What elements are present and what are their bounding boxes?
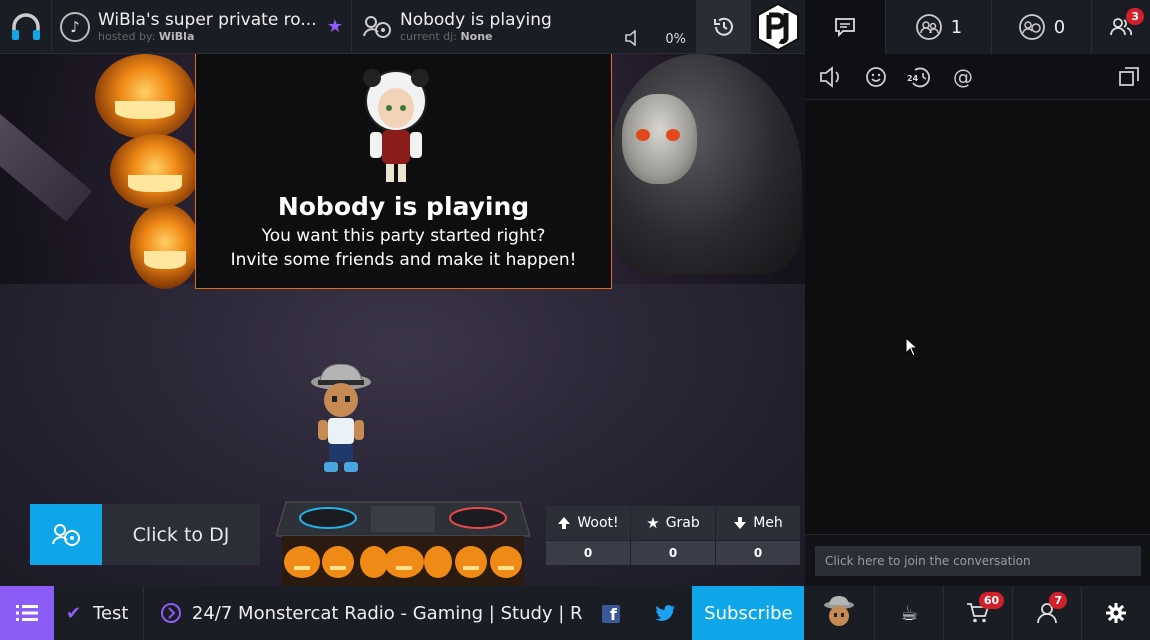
room-host: WiBla bbox=[158, 29, 195, 43]
next-play-icon bbox=[160, 603, 181, 623]
chat-input[interactable] bbox=[815, 546, 1141, 576]
room-info[interactable]: ♪ WiBla's super private ro... hosted by:… bbox=[52, 0, 352, 54]
woot-count: 0 bbox=[546, 541, 630, 565]
nobody-playing-line2: Invite some friends and make it happen! bbox=[230, 250, 577, 270]
volume-percent[interactable]: 0% bbox=[665, 32, 686, 47]
coffee-button[interactable]: ☕ bbox=[874, 586, 943, 640]
grab-button[interactable]: ★ Grab 0 bbox=[631, 506, 715, 565]
tab-friends[interactable]: 3 bbox=[1091, 0, 1150, 54]
profile-button[interactable]: 7 bbox=[1012, 586, 1081, 640]
meh-count: 0 bbox=[716, 541, 800, 565]
current-dj-value: None bbox=[460, 29, 493, 43]
grim-reaper-decoration bbox=[612, 54, 802, 274]
pumpkin-decoration bbox=[95, 54, 195, 139]
click-to-dj-label: Click to DJ bbox=[132, 523, 230, 546]
history-button[interactable] bbox=[697, 0, 751, 54]
shop-button[interactable]: 60 bbox=[943, 586, 1012, 640]
tab-audience[interactable]: 1 bbox=[885, 0, 991, 54]
dj-icon bbox=[363, 15, 391, 38]
nobody-playing-line1: You want this party started right? bbox=[261, 226, 546, 246]
chat-input-bar bbox=[805, 534, 1150, 586]
woot-button[interactable]: Woot! 0 bbox=[546, 506, 630, 565]
friends-badge: 3 bbox=[1126, 8, 1144, 25]
meh-button[interactable]: Meh 0 bbox=[716, 506, 800, 565]
settings-button[interactable] bbox=[1081, 586, 1150, 640]
playlist-menu-button[interactable] bbox=[0, 586, 54, 640]
next-media-title: 24/7 Monstercat Radio - Gaming | Study |… bbox=[191, 602, 582, 624]
bottom-bar: ✔ Test 24/7 Monstercat Radio - Gaming | … bbox=[0, 586, 1150, 640]
brand-badge-icon[interactable] bbox=[751, 0, 805, 54]
chat-icon bbox=[835, 18, 855, 37]
arrow-down-icon bbox=[734, 517, 747, 529]
timestamps-24h-icon[interactable]: 24 bbox=[907, 66, 933, 88]
avatar bbox=[824, 596, 855, 626]
history-icon bbox=[713, 17, 733, 36]
profile-badge: 7 bbox=[1049, 592, 1068, 609]
shop-badge: 60 bbox=[978, 592, 1005, 609]
room-name: WiBla's super private ro... bbox=[98, 9, 317, 30]
waitlist-icon bbox=[1018, 14, 1045, 40]
popout-chat-icon[interactable] bbox=[1119, 66, 1139, 87]
svg-text:24: 24 bbox=[907, 74, 919, 83]
arrow-up-icon bbox=[558, 517, 571, 529]
waitlist-count: 0 bbox=[1053, 16, 1066, 38]
active-playlist[interactable]: ✔ Test bbox=[54, 586, 144, 640]
chat-sound-icon[interactable] bbox=[819, 65, 845, 88]
hosted-by-label: hosted by: bbox=[98, 29, 156, 43]
grab-label: Grab bbox=[665, 515, 700, 531]
right-panel-tabs: 1 0 3 bbox=[805, 0, 1150, 54]
grab-count: 0 bbox=[631, 541, 715, 565]
panda-avatar bbox=[363, 69, 429, 182]
gear-icon bbox=[1106, 603, 1127, 623]
tab-waitlist[interactable]: 0 bbox=[991, 0, 1091, 54]
star-icon: ★ bbox=[646, 514, 660, 532]
list-menu-icon bbox=[15, 605, 38, 621]
vote-panel: Woot! 0 ★ Grab 0 Meh 0 bbox=[546, 506, 800, 565]
dj-stage: Nobody is playing You want this party st… bbox=[0, 54, 805, 586]
subscribe-button[interactable]: Subscribe bbox=[692, 586, 805, 640]
dj-booth bbox=[276, 501, 530, 586]
light-beam bbox=[0, 114, 92, 222]
top-bar: ♪ WiBla's super private ro... hosted by:… bbox=[0, 0, 805, 54]
music-note-icon: ♪ bbox=[60, 11, 90, 42]
nobody-playing-panel: Nobody is playing You want this party st… bbox=[195, 54, 612, 289]
playlist-name: Test bbox=[93, 602, 129, 624]
coffee-cup-icon: ☕ bbox=[900, 601, 919, 625]
plugdj-logo-icon[interactable] bbox=[0, 0, 52, 54]
volume-icon[interactable] bbox=[624, 29, 640, 46]
meh-label: Meh bbox=[753, 515, 783, 531]
tab-chat[interactable] bbox=[805, 0, 885, 54]
chat-messages[interactable] bbox=[805, 100, 1150, 534]
nobody-playing-title: Nobody is playing bbox=[277, 192, 530, 221]
emoji-icon[interactable] bbox=[865, 66, 887, 88]
audience-count: 1 bbox=[950, 16, 963, 38]
current-dj-label: current dj: bbox=[400, 29, 457, 43]
audience-icon bbox=[915, 14, 942, 40]
favorite-star-icon[interactable]: ★ bbox=[327, 16, 343, 37]
click-to-dj-button[interactable]: Click to DJ bbox=[30, 504, 260, 565]
join-waitlist-icon bbox=[30, 504, 102, 565]
chat-toolbar: 24 @ bbox=[805, 54, 1150, 100]
next-media[interactable]: 24/7 Monstercat Radio - Gaming | Study |… bbox=[144, 586, 693, 640]
facebook-share-icon[interactable]: f bbox=[601, 605, 620, 623]
now-playing-info: Nobody is playing current dj: None 0% bbox=[352, 0, 697, 54]
now-playing-title: Nobody is playing bbox=[400, 9, 552, 30]
mentions-at-icon[interactable]: @ bbox=[953, 65, 973, 89]
pumpkin-decoration bbox=[130, 204, 200, 289]
checkmark-icon: ✔ bbox=[65, 602, 82, 624]
pumpkin-decoration bbox=[110, 134, 200, 209]
my-avatar-button[interactable] bbox=[804, 586, 874, 640]
user-avatar[interactable] bbox=[308, 364, 374, 476]
twitter-share-icon[interactable] bbox=[655, 604, 676, 622]
woot-label: Woot! bbox=[577, 515, 619, 531]
mouse-cursor-icon bbox=[905, 337, 919, 357]
